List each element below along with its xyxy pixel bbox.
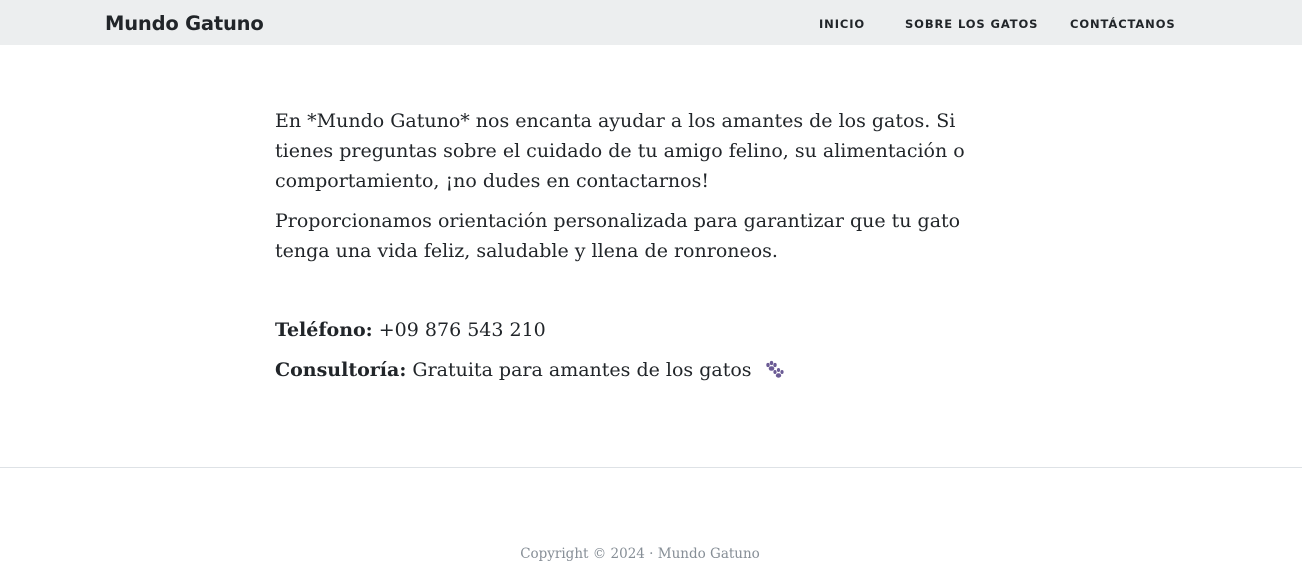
paw-prints-icon [764,359,786,389]
phone-value: +09 876 543 210 [378,319,546,341]
consult-label: Consultoría: [275,359,407,381]
main-content: En *Mundo Gatuno* nos encanta ayudar a l… [275,106,1005,276]
nav-link-inicio[interactable]: INICIO [819,0,865,45]
consult-line: Consultoría: Gratuita para amantes de lo… [275,355,786,389]
consult-value: Gratuita para amantes de los gatos [412,359,752,381]
nav-link-sobre-los-gatos[interactable]: SOBRE LOS GATOS [905,0,1038,45]
copyright-text: Copyright © 2024 · Mundo Gatuno [520,546,760,562]
site-brand-link[interactable]: Mundo Gatuno [105,0,264,45]
nav-link-contactanos[interactable]: CONTÁCTANOS [1070,0,1176,45]
top-navbar: Mundo Gatuno INICIO SOBRE LOS GATOS CONT… [0,0,1302,45]
contact-info: Teléfono: +09 876 543 210 Consultoría: G… [275,315,786,399]
footer-divider [0,467,1302,468]
page-footer: Copyright © 2024 · Mundo Gatuno [0,544,1280,564]
phone-label: Teléfono: [275,319,373,341]
intro-paragraph: En *Mundo Gatuno* nos encanta ayudar a l… [275,110,965,192]
guidance-paragraph: Proporcionamos orientación personalizada… [275,210,961,262]
phone-line: Teléfono: +09 876 543 210 [275,315,786,345]
